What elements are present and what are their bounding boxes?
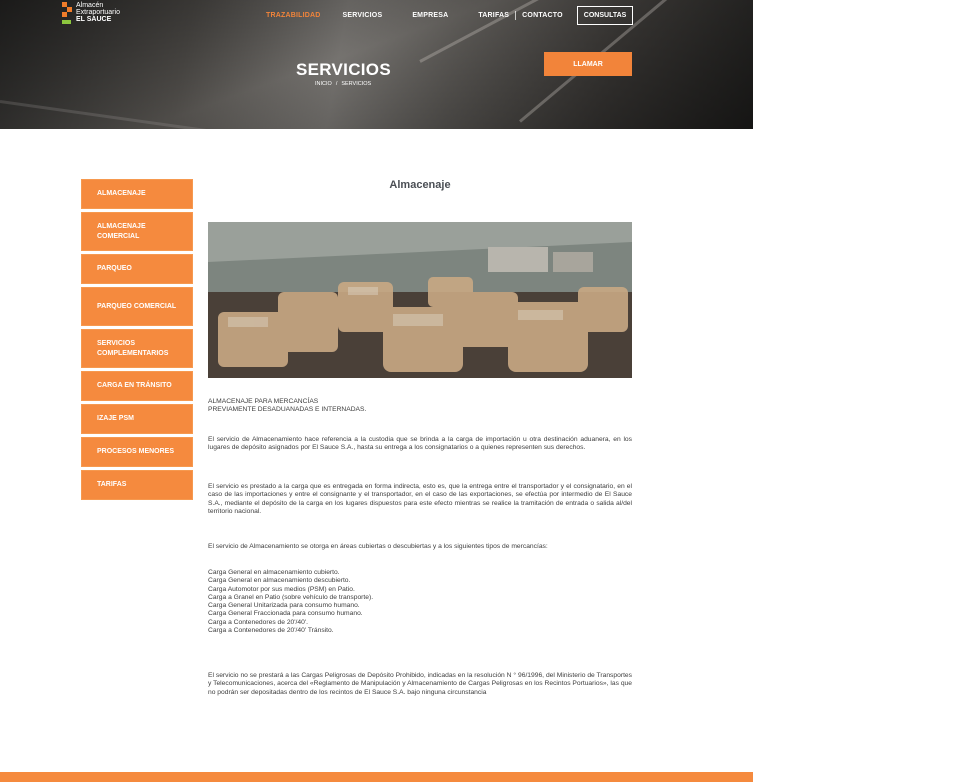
- list-item: Carga Automotor por sus medios (PSM) en …: [208, 585, 355, 593]
- nav-divider: [515, 11, 517, 20]
- cargo-type-list: Carga General en almacenamiento cubierto…: [208, 569, 632, 635]
- page-title: SERVICIOS: [296, 60, 391, 79]
- sidebar-item-izaje-psm[interactable]: IZAJE PSM: [81, 404, 193, 434]
- hero-banner: Almacén Extraportuario EL SAUCE TRAZABIL…: [0, 0, 753, 129]
- breadcrumb-current: SERVICIOS: [341, 81, 372, 87]
- breadcrumb: INICIO / SERVICIOS: [315, 81, 371, 87]
- paragraph: El servicio de Almacenamiento hace refer…: [208, 436, 632, 452]
- sidebar-item-parqueo[interactable]: PARQUEO: [81, 254, 193, 284]
- sidebar-item-almacenaje[interactable]: ALMACENAJE: [81, 179, 193, 209]
- sidebar-item-parqueo-comercial[interactable]: PARQUEO COMERCIAL: [81, 287, 193, 326]
- sidebar-item-procesos-menores[interactable]: PROCESOS MENORES: [81, 437, 193, 467]
- sidebar-item-almacenaje-comercial[interactable]: ALMACENAJE COMERCIAL: [81, 212, 193, 251]
- list-item: Carga General Unitarizada para consumo h…: [208, 602, 360, 610]
- main-nav: TRAZABILIDAD SERVICIOS EMPRESA TARIFAS C…: [266, 6, 634, 25]
- logo-mark-icon: [62, 2, 72, 26]
- logo-line: EL SAUCE: [76, 16, 112, 23]
- warehouse-image: [208, 222, 632, 378]
- nav-item-empresa[interactable]: EMPRESA: [412, 12, 448, 19]
- breadcrumb-home-link[interactable]: INICIO: [315, 81, 332, 87]
- section-title: Almacenaje: [389, 179, 451, 191]
- logo-line: Almacén: [76, 2, 104, 9]
- list-item: Carga General en almacenamiento descubie…: [208, 577, 351, 585]
- list-item: Carga General Fraccionada para consumo h…: [208, 610, 363, 618]
- call-button[interactable]: LLAMAR: [544, 52, 632, 76]
- services-sidebar: ALMACENAJE ALMACENAJE COMERCIAL PARQUEO …: [81, 179, 193, 503]
- road-streak: [0, 100, 298, 129]
- subtitle-line: PREVIAMENTE DESADUANADAS E INTERNADAS.: [208, 406, 367, 414]
- list-item: Carga a Granel en Patio (sobre vehículo …: [208, 593, 374, 601]
- logo-line: Extraportuario: [76, 9, 120, 16]
- breadcrumb-separator: /: [335, 81, 338, 87]
- list-item: Carga a Contenedores de 20'/40' Tránsito…: [208, 627, 334, 635]
- footer-bar: [0, 772, 753, 782]
- warehouse-photo: [208, 222, 632, 378]
- brand-logo[interactable]: Almacén Extraportuario EL SAUCE: [62, 2, 120, 26]
- nav-item-tarifas[interactable]: TARIFAS: [478, 12, 509, 19]
- paragraph: El servicio no se prestará a las Cargas …: [208, 672, 632, 696]
- nav-item-trazabilidad[interactable]: TRAZABILIDAD: [266, 12, 321, 19]
- consultas-button[interactable]: CONSULTAS: [576, 6, 634, 25]
- sidebar-item-carga-en-transito[interactable]: CARGA EN TRÁNSITO: [81, 371, 193, 401]
- list-item: Carga General en almacenamiento cubierto…: [208, 569, 340, 576]
- paragraph: El servicio es prestado a la carga que e…: [208, 483, 632, 515]
- list-item: Carga a Contenedores de 20'/40'.: [208, 618, 308, 626]
- sidebar-item-tarifas[interactable]: TARIFAS: [81, 470, 193, 500]
- nav-item-servicios[interactable]: SERVICIOS: [343, 12, 383, 19]
- logo-text: Almacén Extraportuario EL SAUCE: [76, 2, 120, 23]
- subtitle-line: ALMACENAJE PARA MERCANCÍAS: [208, 398, 319, 405]
- sidebar-item-servicios-complementarios[interactable]: SERVICIOS COMPLEMENTARIOS: [81, 329, 193, 368]
- nav-item-contacto[interactable]: CONTACTO: [522, 12, 563, 19]
- paragraph: El servicio de Almacenamiento se otorga …: [208, 543, 548, 550]
- content-subtitle: ALMACENAJE PARA MERCANCÍAS PREVIAMENTE D…: [208, 398, 632, 415]
